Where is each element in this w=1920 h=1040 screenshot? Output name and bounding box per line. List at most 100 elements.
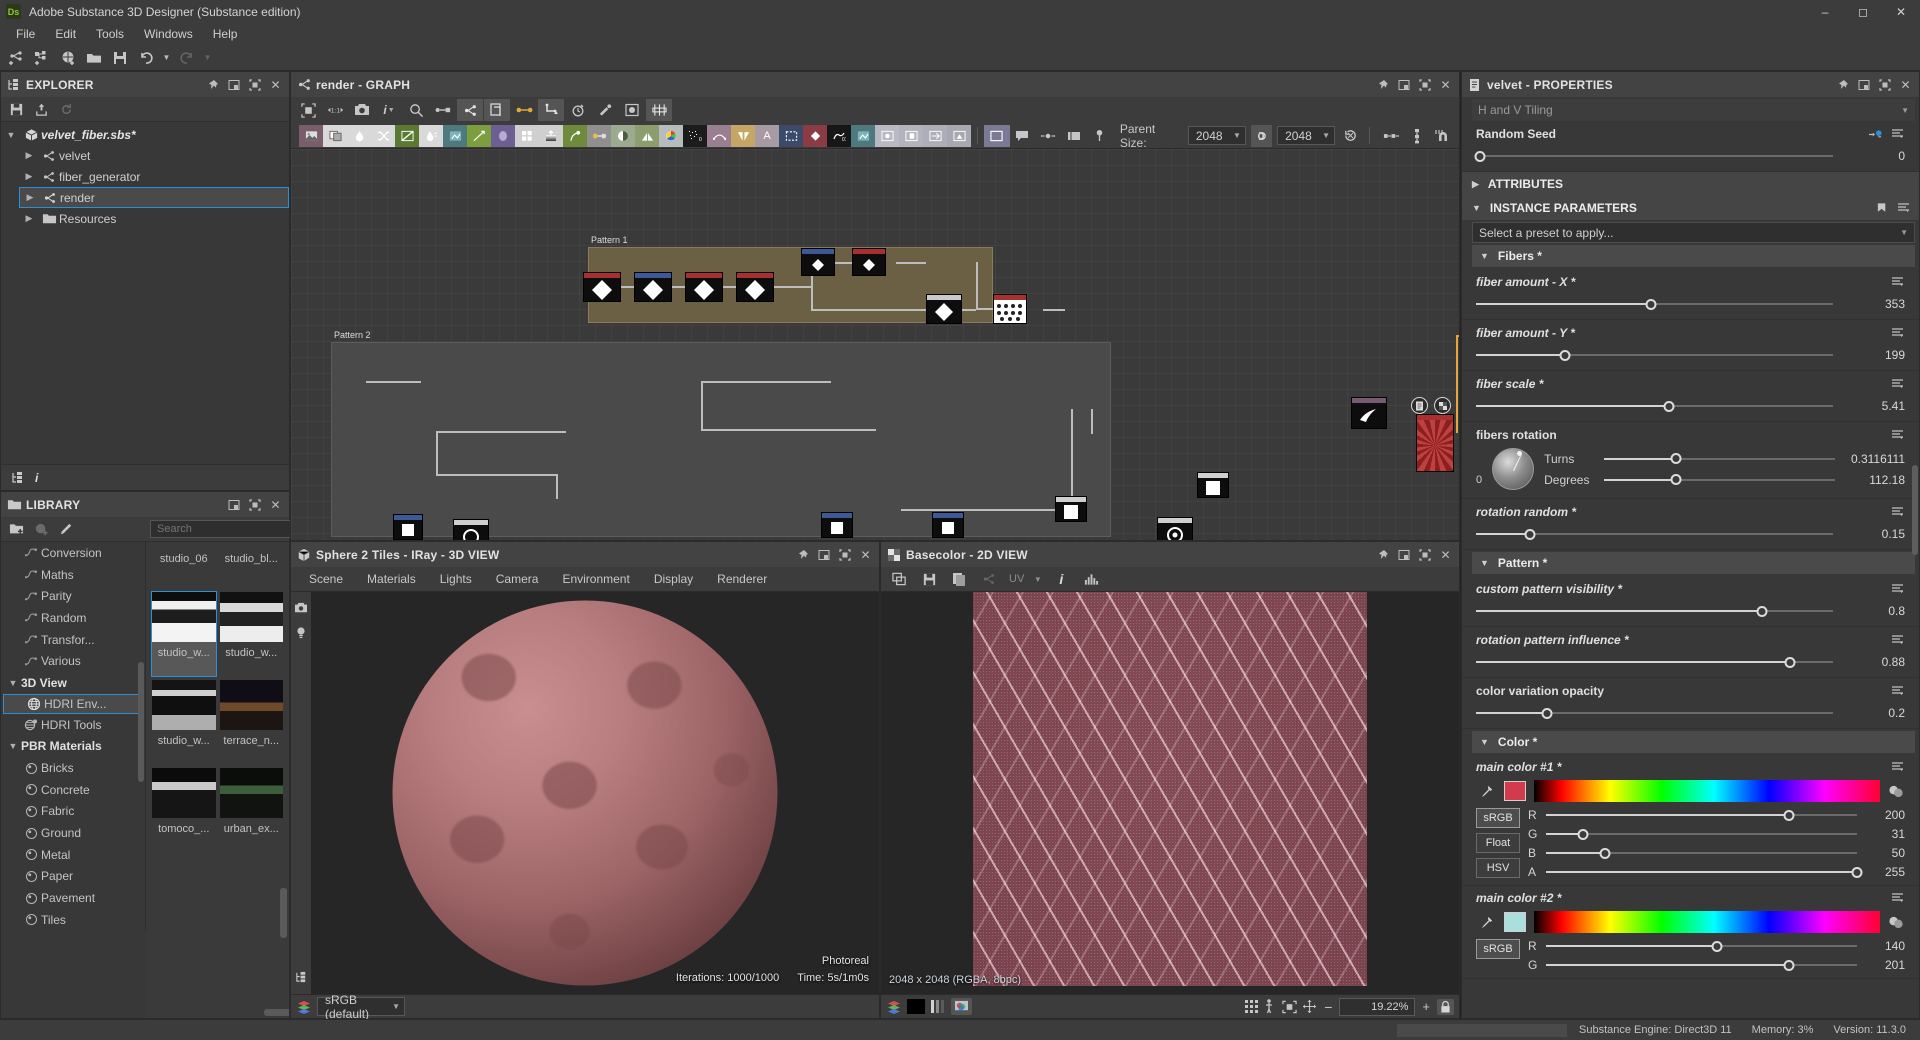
library-grid-vscrollbar[interactable]: [280, 888, 287, 938]
lib-cat-various[interactable]: Various: [1, 650, 145, 672]
comment-icon[interactable]: [1010, 125, 1036, 147]
menu-file[interactable]: File: [6, 25, 45, 43]
graph-node[interactable]: [1157, 517, 1193, 540]
param-menu-icon[interactable]: [1891, 328, 1905, 339]
graph-icon[interactable]: [976, 568, 1002, 590]
eyedropper-icon[interactable]: [1476, 784, 1496, 799]
chevron-down-icon[interactable]: ▼: [5, 741, 21, 751]
param-slider[interactable]: [1476, 400, 1833, 412]
channel-slider[interactable]: [1546, 866, 1857, 878]
info-icon[interactable]: i: [1048, 568, 1074, 590]
checker-badge-icon[interactable]: [1434, 397, 1451, 414]
display-mode-icon[interactable]: [984, 125, 1010, 147]
fit-view-icon[interactable]: [295, 99, 321, 121]
node-emboss-icon[interactable]: [443, 125, 467, 147]
node-noise-01-icon[interactable]: 01: [683, 125, 707, 147]
frame-icon[interactable]: [1061, 125, 1087, 147]
dock-icon[interactable]: [1394, 75, 1413, 94]
copy-icon[interactable]: [946, 568, 972, 590]
param-slider[interactable]: [1476, 349, 1833, 361]
section-fibers-header[interactable]: ▼ Fibers *: [1472, 245, 1915, 267]
human-scale-icon[interactable]: [1264, 999, 1277, 1014]
light-icon[interactable]: [295, 626, 307, 640]
node-color-icon[interactable]: [659, 125, 683, 147]
chevron-down-icon[interactable]: ▼: [5, 678, 21, 688]
color-mode-hsv[interactable]: HSV: [1476, 858, 1520, 878]
chevron-down-icon[interactable]: ▼: [1480, 737, 1489, 747]
dock-icon[interactable]: [224, 75, 243, 94]
rgb-preview-icon[interactable]: [951, 998, 972, 1015]
export-icon[interactable]: [29, 98, 53, 120]
rotation-degrees-slider[interactable]: [1604, 474, 1835, 486]
timer-icon[interactable]: [565, 99, 591, 121]
lib-cat-conversion[interactable]: Conversion: [1, 542, 145, 564]
lib-group-3d-view[interactable]: ▼3D View: [1, 672, 145, 694]
graph-node[interactable]: [1055, 496, 1087, 522]
maximize-icon[interactable]: [245, 75, 264, 94]
tree-item-render[interactable]: ▶ render: [19, 187, 289, 208]
node-bow-icon[interactable]: [707, 125, 731, 147]
lib-cat-transform[interactable]: Transfor...: [1, 629, 145, 651]
graph-frame-pattern-2[interactable]: Pattern 2: [331, 342, 1111, 537]
param-menu-icon[interactable]: [1891, 277, 1905, 288]
param-menu-icon[interactable]: [1891, 635, 1905, 646]
save-icon[interactable]: [916, 568, 942, 590]
chevron-down-icon[interactable]: ▼: [1480, 251, 1489, 261]
redo-icon[interactable]: [175, 47, 199, 69]
graph-node[interactable]: [1197, 472, 1229, 498]
graph-node[interactable]: [583, 272, 621, 302]
hierarchy-icon[interactable]: [11, 471, 25, 485]
lib-cat-ground[interactable]: Ground: [1, 822, 145, 844]
node-dir-blur-icon[interactable]: [419, 125, 443, 147]
histogram-icon[interactable]: [1078, 568, 1104, 590]
parent-size-width-select[interactable]: 2048 ▼: [1188, 126, 1246, 145]
node-text-icon[interactable]: A: [755, 125, 779, 147]
graph-view-icon[interactable]: [457, 99, 483, 121]
param-menu-icon[interactable]: [1891, 507, 1905, 518]
color-mode-srgb[interactable]: sRGB: [1476, 808, 1520, 828]
chevron-down-icon[interactable]: ▼: [1, 130, 21, 140]
distribute-icon[interactable]: [1404, 125, 1430, 147]
edit-icon[interactable]: [54, 518, 78, 540]
node-curve-icon[interactable]: [395, 125, 419, 147]
graph-node[interactable]: [685, 272, 723, 302]
library-item[interactable]: studio_w...: [220, 592, 284, 676]
tile-grid-icon[interactable]: [1244, 999, 1259, 1014]
chevron-right-icon[interactable]: ▶: [19, 213, 39, 224]
lib-group-pbr-materials[interactable]: ▼PBR Materials: [1, 736, 145, 758]
node-grid-icon[interactable]: [515, 125, 539, 147]
search-icon[interactable]: [403, 99, 429, 121]
section-pattern-header[interactable]: ▼ Pattern *: [1472, 552, 1915, 574]
node-blur-icon[interactable]: [347, 125, 371, 147]
view2d-viewport[interactable]: 2048 x 2048 (RGBA, 8bpc): [881, 592, 1459, 994]
node-normal-icon[interactable]: [563, 125, 587, 147]
dock-icon[interactable]: [1394, 545, 1413, 564]
lib-cat-paper[interactable]: Paper: [1, 866, 145, 888]
dock-icon[interactable]: [814, 545, 833, 564]
channel-slider[interactable]: [1546, 940, 1857, 952]
view3d-viewport[interactable]: Photoreal Iterations: 1000/1000 Time: 5s…: [291, 592, 879, 994]
maximize-icon[interactable]: [1415, 545, 1434, 564]
node-output-d-icon[interactable]: [947, 125, 971, 147]
random-seed-slider[interactable]: [1476, 150, 1833, 162]
dock-icon[interactable]: [1854, 75, 1873, 94]
node-pyramid-icon[interactable]: [635, 125, 659, 147]
tab-camera[interactable]: Camera: [484, 567, 551, 592]
channel-slider[interactable]: [1546, 809, 1857, 821]
refresh-icon[interactable]: [54, 98, 78, 120]
chevron-right-icon[interactable]: ▶: [19, 171, 39, 182]
channel-slider[interactable]: [1546, 847, 1857, 859]
open-icon[interactable]: [82, 47, 106, 69]
tree-item-velvet[interactable]: ▶ velvet: [1, 145, 289, 166]
lib-cat-bricks[interactable]: Bricks: [1, 757, 145, 779]
save-icon[interactable]: [4, 98, 28, 120]
menu-help[interactable]: Help: [203, 25, 248, 43]
colorspace-icon[interactable]: [296, 1000, 312, 1014]
tree-item-package[interactable]: ▼ velvet_fiber.sbs*: [1, 124, 289, 145]
pin-marker-icon[interactable]: [1086, 125, 1112, 147]
graph-node[interactable]: [736, 272, 774, 302]
attributes-section-header[interactable]: ▶ ATTRIBUTES: [1462, 172, 1919, 196]
color-ramp[interactable]: [1534, 780, 1880, 802]
param-slider[interactable]: [1476, 656, 1833, 668]
chevron-down-icon[interactable]: ▼: [1472, 203, 1481, 213]
